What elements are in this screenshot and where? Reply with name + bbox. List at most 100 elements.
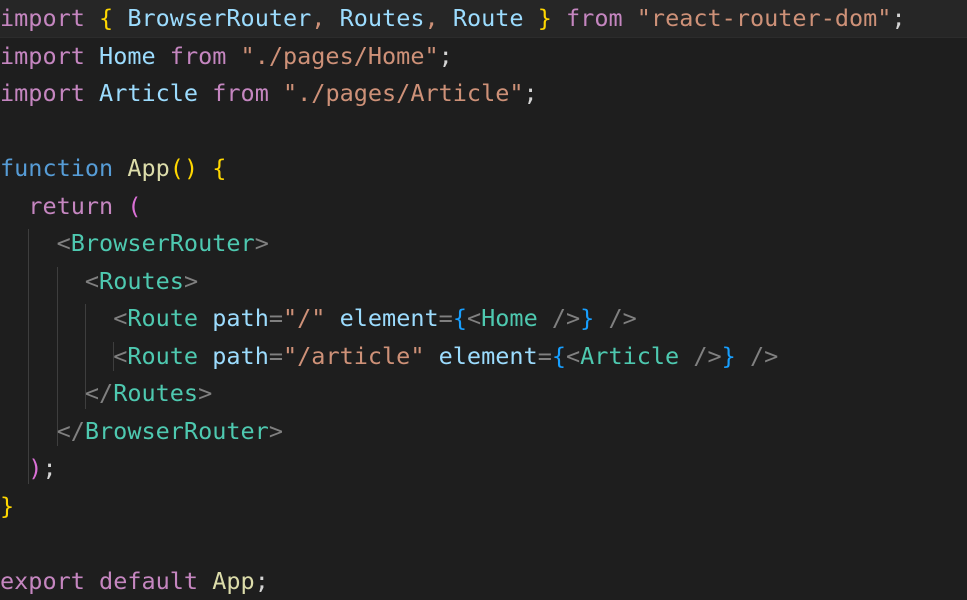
code-line[interactable]: import Article from "./pages/Article"; [0,75,967,113]
code-token: { [99,4,113,32]
code-token: Routes [340,4,425,32]
code-token: } [0,492,14,520]
code-token: Routes [99,267,184,295]
code-token: "/article" [283,342,424,370]
code-line[interactable]: </Routes> [0,375,967,413]
code-token: path [212,304,269,332]
code-token [113,154,127,182]
code-token: /> [552,304,580,332]
code-token: function [0,154,113,182]
code-token [424,342,438,370]
code-token [0,192,28,220]
code-token [113,192,127,220]
code-line[interactable]: } [0,488,967,526]
code-token: , [425,4,439,32]
code-token: export [0,567,85,595]
code-token: { [552,342,566,370]
code-line[interactable]: <Route path="/" element={<Home />} /> [0,300,967,338]
code-token: < [467,304,481,332]
code-token [85,79,99,107]
code-token: ; [42,454,56,482]
code-token [325,304,339,332]
code-token: "react-router-dom" [637,4,892,32]
code-token: Article [580,342,679,370]
code-line[interactable]: function App() { [0,150,967,188]
code-editor-viewport[interactable]: import { BrowserRouter, Routes, Route } … [0,0,967,596]
code-token: = [269,342,283,370]
code-token: "/" [283,304,325,332]
code-token [198,304,212,332]
code-line[interactable]: ); [0,450,967,488]
code-token: from [170,42,227,70]
code-token: App [127,154,169,182]
code-line[interactable]: <Route path="/article" element={<Article… [0,338,967,376]
code-line[interactable] [0,525,967,563]
code-token: ( [170,154,184,182]
code-token [198,79,212,107]
code-token: ; [891,4,905,32]
code-token [269,79,283,107]
code-token [198,567,212,595]
code-token: ; [524,79,538,107]
code-token: return [28,192,113,220]
code-token: BrowserRouter [71,229,255,257]
code-token: from [212,79,269,107]
code-token: { [453,304,467,332]
code-token: Home [481,304,538,332]
code-token: </ [85,379,113,407]
code-token [113,4,127,32]
code-token: Routes [113,379,198,407]
code-token: </ [57,417,85,445]
code-token: < [113,304,127,332]
code-line[interactable]: <BrowserRouter> [0,225,967,263]
code-token [85,42,99,70]
code-token [679,342,693,370]
code-token: } [722,342,736,370]
code-token [198,342,212,370]
code-token: { [212,154,226,182]
code-token [594,304,608,332]
code-token: import [0,4,85,32]
code-token: > [184,267,198,295]
code-token: /> [608,304,636,332]
code-token [538,304,552,332]
code-line[interactable]: import { BrowserRouter, Routes, Route } … [0,0,967,38]
code-line[interactable]: </BrowserRouter> [0,413,967,451]
code-token: ( [127,192,141,220]
code-token: ; [439,42,453,70]
code-token: = [269,304,283,332]
code-token: ; [255,567,269,595]
code-line[interactable]: return ( [0,188,967,226]
code-token: element [439,342,538,370]
code-token [85,567,99,595]
code-token [0,379,85,407]
code-token: < [113,342,127,370]
code-token: > [198,379,212,407]
indent-guide [113,342,114,372]
code-token: < [85,267,99,295]
code-token: > [269,417,283,445]
code-token [0,267,85,295]
code-token: = [538,342,552,370]
code-line[interactable]: import Home from "./pages/Home"; [0,38,967,76]
code-token: default [99,567,198,595]
code-token: < [57,229,71,257]
code-token: import [0,79,85,107]
code-token [198,154,212,182]
code-token: ) [184,154,198,182]
code-token: , [311,4,325,32]
code-token: ) [28,454,42,482]
code-line[interactable] [0,113,967,151]
code-token: = [439,304,453,332]
code-token [85,4,99,32]
code-token: Home [99,42,156,70]
code-token: element [340,304,439,332]
code-token: /> [693,342,721,370]
code-token [325,4,339,32]
code-token [552,4,566,32]
code-token [0,454,28,482]
code-token [736,342,750,370]
code-line[interactable]: export default App; [0,563,967,600]
code-token [439,4,453,32]
code-line[interactable]: <Routes> [0,263,967,301]
